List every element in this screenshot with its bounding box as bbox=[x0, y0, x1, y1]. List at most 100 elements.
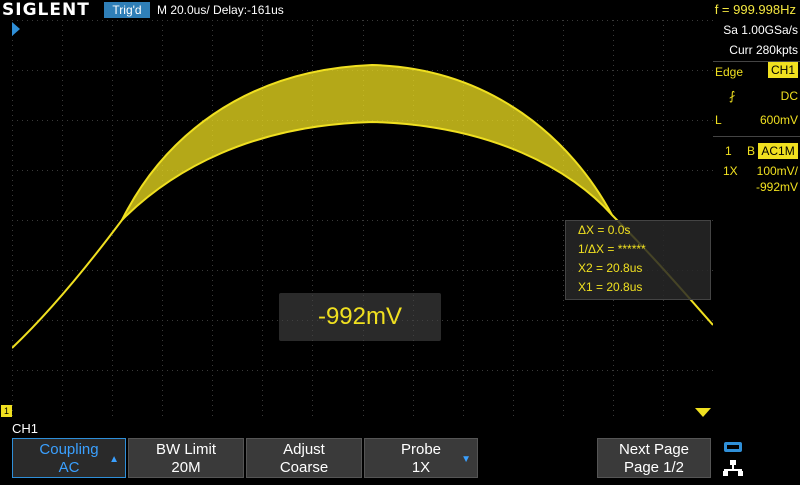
grid-dot bbox=[482, 20, 483, 21]
coupling-button[interactable]: Coupling AC ▲ bbox=[12, 438, 126, 478]
grid-dot bbox=[112, 160, 113, 161]
grid-dot bbox=[363, 280, 364, 281]
grid-dot bbox=[302, 20, 303, 21]
grid-dot bbox=[552, 270, 553, 271]
grid-dot bbox=[62, 90, 63, 91]
grid-dot bbox=[512, 220, 513, 221]
grid-dot bbox=[87, 120, 88, 121]
grid-dot bbox=[702, 120, 703, 121]
grid-dot bbox=[62, 125, 63, 126]
grid-dot bbox=[202, 220, 203, 221]
grid-dot bbox=[363, 375, 364, 376]
grid-dot bbox=[613, 55, 614, 56]
grid-dot bbox=[12, 140, 13, 141]
grid-dot bbox=[513, 385, 514, 386]
grid-dot bbox=[112, 290, 113, 291]
grid-dot bbox=[112, 170, 113, 171]
channel-info-header[interactable]: 1 B AC1M bbox=[713, 141, 798, 161]
adjust-value: Coarse bbox=[279, 459, 329, 476]
grid-dot bbox=[212, 80, 213, 81]
grid-dot bbox=[172, 120, 173, 121]
trigger-coupling-row[interactable]: ⨏ DC bbox=[713, 86, 798, 106]
trigger-level: 600mV bbox=[759, 113, 798, 127]
grid-dot bbox=[677, 370, 678, 371]
grid-dot bbox=[413, 195, 414, 196]
grid-dot bbox=[563, 345, 564, 346]
grid-dot bbox=[463, 55, 464, 56]
grid-dot bbox=[262, 290, 263, 291]
grid-dot bbox=[613, 95, 614, 96]
down-arrow-icon: ▼ bbox=[461, 454, 471, 465]
grid-dot bbox=[32, 370, 33, 371]
grid-dot bbox=[312, 185, 313, 186]
grid-dot bbox=[563, 125, 564, 126]
grid-dot bbox=[413, 350, 414, 351]
grid-dot bbox=[663, 400, 664, 401]
bw-limit-button[interactable]: BW Limit 20M bbox=[128, 438, 244, 478]
grid-dot bbox=[463, 385, 464, 386]
grid-dot bbox=[167, 70, 168, 71]
grid-dot bbox=[62, 120, 63, 121]
probe-button[interactable]: Probe 1X ▼ bbox=[364, 438, 478, 478]
adjust-button[interactable]: Adjust Coarse bbox=[246, 438, 362, 478]
grid-dot bbox=[127, 220, 128, 221]
grid-dot bbox=[362, 270, 363, 271]
lan-link bbox=[732, 465, 734, 469]
grid-dot bbox=[372, 370, 373, 371]
grid-dot bbox=[613, 80, 614, 81]
grid-dot bbox=[663, 55, 664, 56]
grid-dot bbox=[613, 65, 614, 66]
grid-dot bbox=[432, 220, 433, 221]
grid-dot bbox=[527, 20, 528, 21]
grid-dot bbox=[157, 70, 158, 71]
grid-dot bbox=[112, 125, 113, 126]
grid-dot bbox=[52, 170, 53, 171]
grid-dot bbox=[563, 140, 564, 141]
grid-dot bbox=[162, 400, 163, 401]
grid-dot bbox=[112, 85, 113, 86]
grid-dot bbox=[212, 275, 213, 276]
grid-dot bbox=[563, 270, 564, 271]
next-page-button[interactable]: Next Page Page 1/2 bbox=[597, 438, 711, 478]
trigger-type-row[interactable]: Edge CH1 bbox=[713, 62, 798, 82]
trigger-level-marker-icon[interactable] bbox=[695, 408, 711, 417]
grid-dot bbox=[262, 240, 263, 241]
grid-dot bbox=[552, 70, 553, 71]
grid-dot bbox=[137, 170, 138, 171]
grid-dot bbox=[212, 160, 213, 161]
grid-dot bbox=[162, 90, 163, 91]
grid-dot bbox=[663, 50, 664, 51]
grid-dot bbox=[563, 390, 564, 391]
channel-offset-marker[interactable]: 1 bbox=[1, 405, 12, 417]
grid-dot bbox=[157, 370, 158, 371]
grid-dot bbox=[62, 40, 63, 41]
grid-dot bbox=[262, 20, 263, 21]
grid-dot bbox=[432, 70, 433, 71]
trigger-position-marker-icon[interactable] bbox=[12, 22, 20, 36]
trigger-level-row[interactable]: L 600mV bbox=[713, 110, 798, 130]
grid-dot bbox=[122, 20, 123, 21]
grid-dot bbox=[352, 220, 353, 221]
grid-dot bbox=[613, 195, 614, 196]
grid-dot bbox=[613, 30, 614, 31]
grid-dot bbox=[262, 85, 263, 86]
grid-dot bbox=[663, 370, 664, 371]
grid-dot bbox=[632, 370, 633, 371]
grid-dot bbox=[312, 200, 313, 201]
grid-dot bbox=[437, 70, 438, 71]
timebase-readout[interactable]: M 20.0us/ Delay:-161us bbox=[157, 0, 284, 20]
grid-dot bbox=[672, 70, 673, 71]
grid-dot bbox=[463, 35, 464, 36]
grid-dot bbox=[277, 220, 278, 221]
grid-dot bbox=[12, 155, 13, 156]
grid-dot bbox=[187, 20, 188, 21]
grid-dot bbox=[232, 170, 233, 171]
grid-dot bbox=[413, 405, 414, 406]
grid-dot bbox=[62, 275, 63, 276]
grid-dot bbox=[362, 370, 363, 371]
grid-dot bbox=[692, 170, 693, 171]
grid-dot bbox=[132, 320, 133, 321]
grid-dot bbox=[112, 120, 113, 121]
grid-dot bbox=[212, 165, 213, 166]
grid-dot bbox=[563, 70, 564, 71]
